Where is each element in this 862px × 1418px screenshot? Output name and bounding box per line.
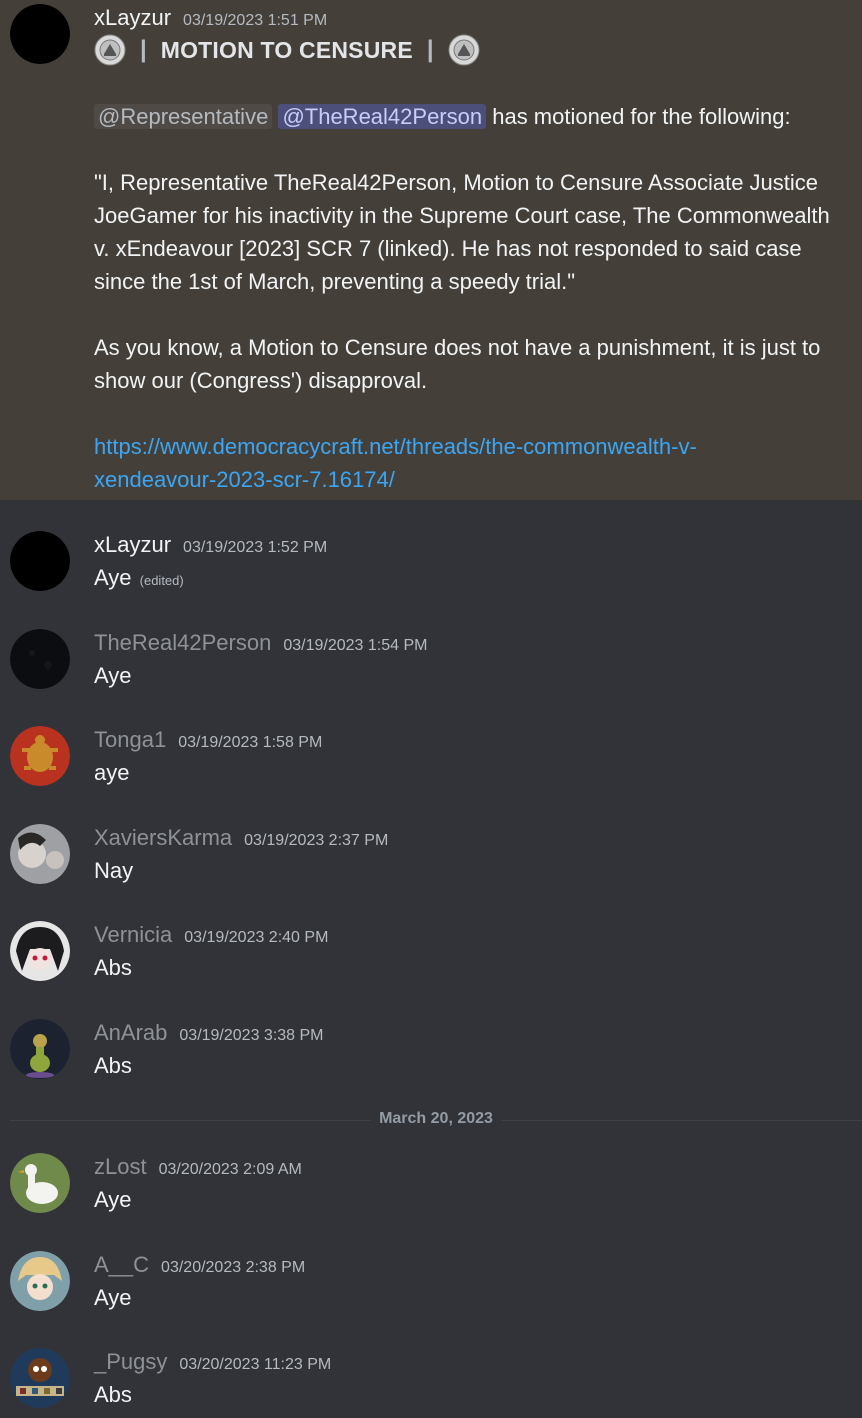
timestamp: 03/20/2023 2:09 AM	[158, 1161, 302, 1178]
timestamp: 03/19/2023 1:54 PM	[283, 637, 428, 654]
message: A__C 03/20/2023 2:38 PM Aye	[0, 1251, 862, 1321]
message: AnArab 03/19/2023 3:38 PM Abs	[0, 1019, 862, 1089]
message-content: Abs	[94, 1382, 132, 1407]
motion-link[interactable]: https://www.democracycraft.net/threads/t…	[94, 430, 834, 496]
username[interactable]: zLost	[94, 1153, 147, 1181]
username[interactable]: xLayzur	[94, 531, 171, 559]
username[interactable]: Vernicia	[94, 921, 172, 949]
message: TheReal42Person 03/19/2023 1:54 PM Aye	[0, 629, 862, 699]
motion-title: MOTION TO CENSURE	[160, 36, 413, 63]
avatar[interactable]	[10, 4, 70, 64]
timestamp: 03/19/2023 2:40 PM	[184, 929, 329, 946]
role-mention[interactable]: @Representative	[94, 104, 273, 129]
message-content: Aye (edited)	[94, 565, 184, 590]
anime-avatar-2[interactable]	[10, 1251, 70, 1311]
black-circle-avatar[interactable]	[10, 531, 70, 591]
username[interactable]: TheReal42Person	[94, 629, 271, 657]
username[interactable]: A__C	[94, 1251, 149, 1279]
username[interactable]: XaviersKarma	[94, 824, 232, 852]
message: zLost 03/20/2023 2:09 AM Aye	[0, 1153, 862, 1223]
message: _Pugsy 03/20/2023 11:23 PM Abs	[0, 1348, 862, 1418]
username[interactable]: xLayzur	[94, 4, 171, 32]
message: Tonga1 03/19/2023 1:58 PM aye	[0, 726, 862, 796]
goose-avatar[interactable]	[10, 1153, 70, 1213]
portrait-avatar[interactable]	[10, 824, 70, 884]
thread-link[interactable]: https://www.democracycraft.net/threads/t…	[94, 434, 697, 492]
edited-label: (edited)	[139, 573, 184, 588]
message-content: Abs	[94, 1053, 132, 1078]
motion-title-line: | MOTION TO CENSURE |	[94, 34, 480, 66]
message-content: aye	[94, 760, 130, 785]
date-divider-label: March 20, 2023	[371, 1110, 501, 1128]
dark-texture-avatar[interactable]	[10, 629, 70, 689]
user-mention[interactable]: @TheReal42Person	[278, 104, 487, 129]
message: XaviersKarma 03/19/2023 2:37 PM Nay	[0, 824, 862, 894]
timestamp: 03/20/2023 2:38 PM	[161, 1259, 306, 1276]
message-header: xLayzur 03/19/2023 1:51 PM	[94, 4, 327, 32]
separator: |	[140, 36, 147, 63]
timestamp: 03/19/2023 1:51 PM	[183, 12, 328, 29]
timestamp: 03/19/2023 3:38 PM	[179, 1027, 324, 1044]
anime-avatar[interactable]	[10, 921, 70, 981]
message: Vernicia 03/19/2023 2:40 PM Abs	[0, 921, 862, 991]
congress-seal-icon	[94, 34, 126, 66]
message-content: Aye	[94, 1285, 132, 1310]
username[interactable]: Tonga1	[94, 726, 166, 754]
motion-note: As you know, a Motion to Censure does no…	[94, 335, 821, 393]
motion-message: xLayzur 03/19/2023 1:51 PM | MOTION TO C…	[0, 0, 862, 500]
message-content: Aye	[94, 1187, 132, 1212]
motion-quote: "I, Representative TheReal42Person, Moti…	[94, 170, 830, 294]
timestamp: 03/19/2023 1:52 PM	[183, 539, 328, 556]
message-content: Abs	[94, 955, 132, 980]
username[interactable]: AnArab	[94, 1019, 167, 1047]
username[interactable]: _Pugsy	[94, 1348, 167, 1376]
congress-seal-icon	[448, 34, 480, 66]
message: xLayzur 03/19/2023 1:52 PM Aye (edited)	[0, 531, 862, 601]
timestamp: 03/20/2023 11:23 PM	[179, 1356, 332, 1373]
timestamp: 03/19/2023 2:37 PM	[244, 832, 389, 849]
message-content: Aye	[94, 663, 132, 688]
message-content: Nay	[94, 858, 134, 883]
turtle-avatar[interactable]	[10, 726, 70, 786]
separator: |	[426, 36, 434, 63]
cartoon-avatar[interactable]	[10, 1348, 70, 1408]
bird-avatar[interactable]	[10, 1019, 70, 1079]
timestamp: 03/19/2023 1:58 PM	[178, 734, 323, 751]
motion-intro: @Representative @TheReal42Person has mot…	[94, 100, 834, 133]
intro-text: has motioned for the following:	[486, 104, 791, 129]
